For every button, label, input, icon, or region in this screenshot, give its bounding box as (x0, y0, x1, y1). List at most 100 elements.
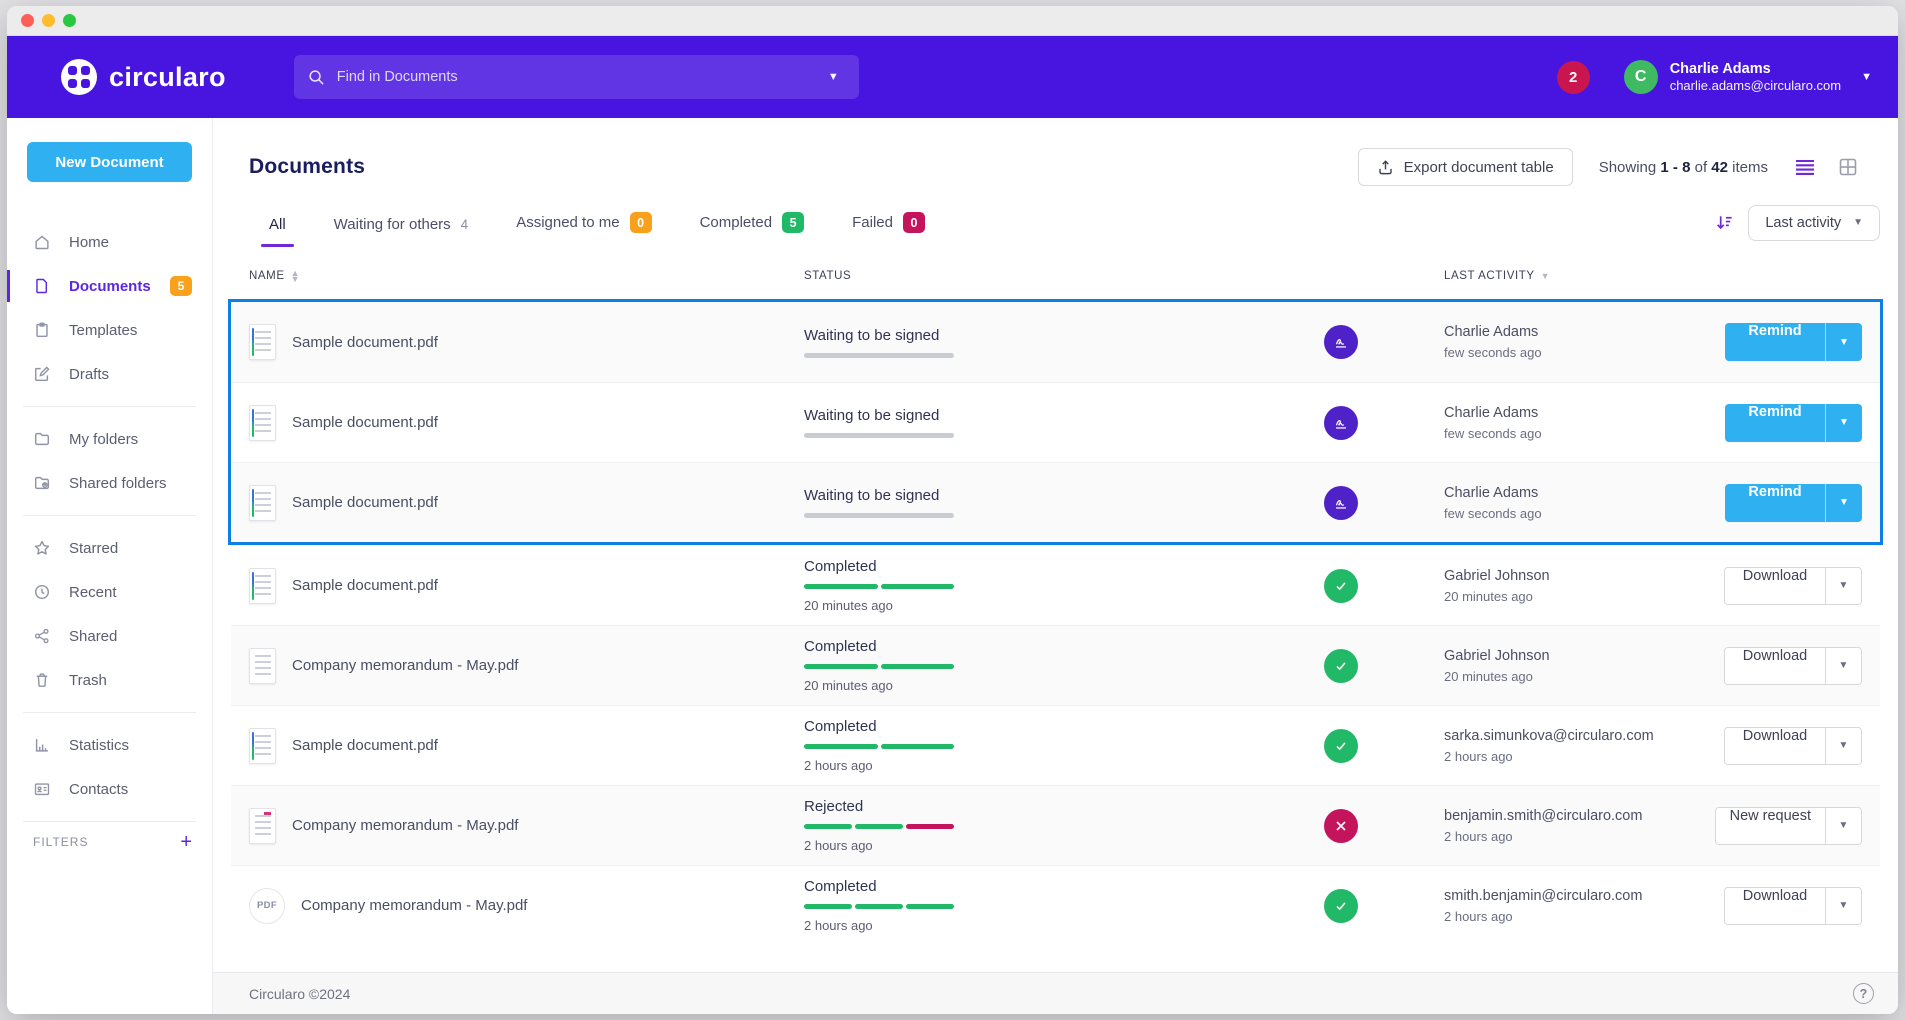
tab-badge: 5 (782, 212, 804, 233)
action-dropdown-caret[interactable]: ▼ (1825, 888, 1861, 924)
table-row[interactable]: Sample document.pdf Completed 20 minutes… (231, 545, 1880, 625)
sidebar-item-recent[interactable]: Recent (7, 570, 212, 614)
search-scope-caret-icon[interactable]: ▼ (822, 67, 845, 87)
grid-view-icon (1838, 157, 1858, 177)
user-menu[interactable]: C Charlie Adams charlie.adams@circularo.… (1624, 60, 1872, 94)
tab-all[interactable]: All (267, 208, 288, 247)
column-header-last-activity[interactable]: LAST ACTIVITY ▼ (1414, 270, 1682, 282)
sidebar-item-my-folders[interactable]: My folders (7, 417, 212, 461)
column-header-name[interactable]: NAME ▲▼ (249, 270, 804, 283)
tab-failed[interactable]: Failed 0 (850, 204, 927, 247)
completed-check-icon (1324, 569, 1358, 603)
document-filter-tabs: All Waiting for others 4 Assigned to me … (267, 204, 927, 247)
download-button[interactable]: Download (1725, 888, 1825, 924)
help-icon[interactable]: ? (1853, 983, 1874, 1004)
close-window-button[interactable] (21, 14, 34, 27)
last-activity-actor: Charlie Adams (1444, 405, 1682, 421)
sort-direction-button[interactable] (1715, 213, 1734, 232)
sidebar-item-statistics[interactable]: Statistics (7, 723, 212, 767)
search-input[interactable] (337, 69, 810, 85)
sort-by-dropdown[interactable]: Last activity ▼ (1748, 205, 1880, 241)
contact-card-icon (33, 780, 51, 798)
document-name[interactable]: Sample document.pdf (292, 577, 438, 594)
tab-assigned-to-me[interactable]: Assigned to me 0 (514, 204, 653, 247)
new-document-button[interactable]: New Document (27, 142, 192, 182)
sidebar-item-starred[interactable]: Starred (7, 526, 212, 570)
export-document-table-button[interactable]: Export document table (1358, 148, 1573, 186)
progress-bar (804, 584, 954, 589)
footer: Circularo ©2024 ? (213, 972, 1898, 1014)
clock-icon (33, 583, 51, 601)
sidebar-item-home[interactable]: Home (7, 220, 212, 264)
search-icon (308, 69, 325, 86)
global-search[interactable]: ▼ (294, 55, 859, 99)
documents-count-badge: 5 (170, 276, 192, 296)
table-row[interactable]: Sample document.pdf Completed 2 hours ag… (231, 705, 1880, 785)
minimize-window-button[interactable] (42, 14, 55, 27)
sidebar-item-templates[interactable]: Templates (7, 308, 212, 352)
tab-badge: 0 (903, 212, 925, 233)
document-name[interactable]: Sample document.pdf (292, 334, 438, 351)
download-button[interactable]: Download (1725, 728, 1825, 764)
action-dropdown-caret[interactable]: ▼ (1825, 484, 1862, 522)
action-dropdown-caret[interactable]: ▼ (1825, 648, 1861, 684)
table-row[interactable]: Sample document.pdf Waiting to be signed… (231, 302, 1880, 382)
new-request-button[interactable]: New request (1716, 808, 1825, 844)
document-name[interactable]: Sample document.pdf (292, 737, 438, 754)
action-dropdown-caret[interactable]: ▼ (1825, 568, 1861, 604)
home-icon (33, 233, 51, 251)
action-dropdown-caret[interactable]: ▼ (1825, 404, 1862, 442)
action-dropdown-caret[interactable]: ▼ (1825, 808, 1861, 844)
sidebar-item-drafts[interactable]: Drafts (7, 352, 212, 396)
list-view-icon (1794, 158, 1816, 176)
app-header: circularo ▼ 2 C Charlie Adams charlie.ad… (7, 36, 1898, 118)
remind-button[interactable]: Remind (1725, 323, 1825, 361)
grid-view-toggle[interactable] (1838, 157, 1858, 177)
document-name[interactable]: Company memorandum - May.pdf (301, 897, 527, 914)
notification-badge[interactable]: 2 (1557, 61, 1590, 94)
list-view-toggle[interactable] (1794, 158, 1816, 176)
sidebar-item-trash[interactable]: Trash (7, 658, 212, 702)
table-row[interactable]: Sample document.pdf Waiting to be signed… (231, 382, 1880, 462)
document-name[interactable]: Sample document.pdf (292, 414, 438, 431)
action-dropdown-caret[interactable]: ▼ (1825, 728, 1861, 764)
document-name[interactable]: Company memorandum - May.pdf (292, 817, 518, 834)
sidebar-item-contacts[interactable]: Contacts (7, 767, 212, 811)
documents-table: NAME ▲▼ STATUS LAST ACTIVITY ▼ (231, 253, 1880, 945)
circularo-logo-icon (61, 59, 97, 95)
download-button[interactable]: Download (1725, 648, 1825, 684)
pdf-file-icon: PDF (249, 888, 285, 924)
chevron-down-icon: ▼ (1853, 217, 1863, 228)
document-thumbnail (249, 808, 276, 844)
add-filter-button[interactable]: + (180, 832, 192, 852)
status-label: Completed (804, 638, 1324, 655)
last-activity-time: 20 minutes ago (1444, 589, 1682, 604)
brand-logo[interactable]: circularo (61, 59, 226, 95)
share-icon (33, 627, 51, 645)
table-row[interactable]: PDF Company memorandum - May.pdf Complet… (231, 865, 1880, 945)
action-dropdown-caret[interactable]: ▼ (1825, 323, 1862, 361)
sidebar-item-shared[interactable]: Shared (7, 614, 212, 658)
table-row[interactable]: Company memorandum - May.pdf Rejected 2 … (231, 785, 1880, 865)
trash-icon (33, 671, 51, 689)
document-name[interactable]: Sample document.pdf (292, 494, 438, 511)
download-button[interactable]: Download (1725, 568, 1825, 604)
table-row[interactable]: Company memorandum - May.pdf Completed 2… (231, 625, 1880, 705)
edit-icon (33, 365, 51, 383)
zoom-window-button[interactable] (63, 14, 76, 27)
sort-carets-icon: ▲▼ (291, 270, 301, 283)
column-header-status[interactable]: STATUS (804, 270, 1324, 282)
divider (23, 821, 196, 822)
document-name[interactable]: Company memorandum - May.pdf (292, 657, 518, 674)
divider (23, 406, 196, 407)
last-activity-time: 2 hours ago (1444, 909, 1682, 924)
progress-bar (804, 353, 954, 358)
remind-button[interactable]: Remind (1725, 484, 1825, 522)
table-row[interactable]: Sample document.pdf Waiting to be signed… (231, 462, 1880, 542)
last-activity-actor: sarka.simunkova@circularo.com (1444, 728, 1682, 744)
sidebar-item-shared-folders[interactable]: Shared folders (7, 461, 212, 505)
tab-waiting-for-others[interactable]: Waiting for others 4 (332, 208, 471, 247)
sidebar-item-documents[interactable]: Documents 5 (7, 264, 212, 308)
tab-completed[interactable]: Completed 5 (698, 204, 807, 247)
remind-button[interactable]: Remind (1725, 404, 1825, 442)
